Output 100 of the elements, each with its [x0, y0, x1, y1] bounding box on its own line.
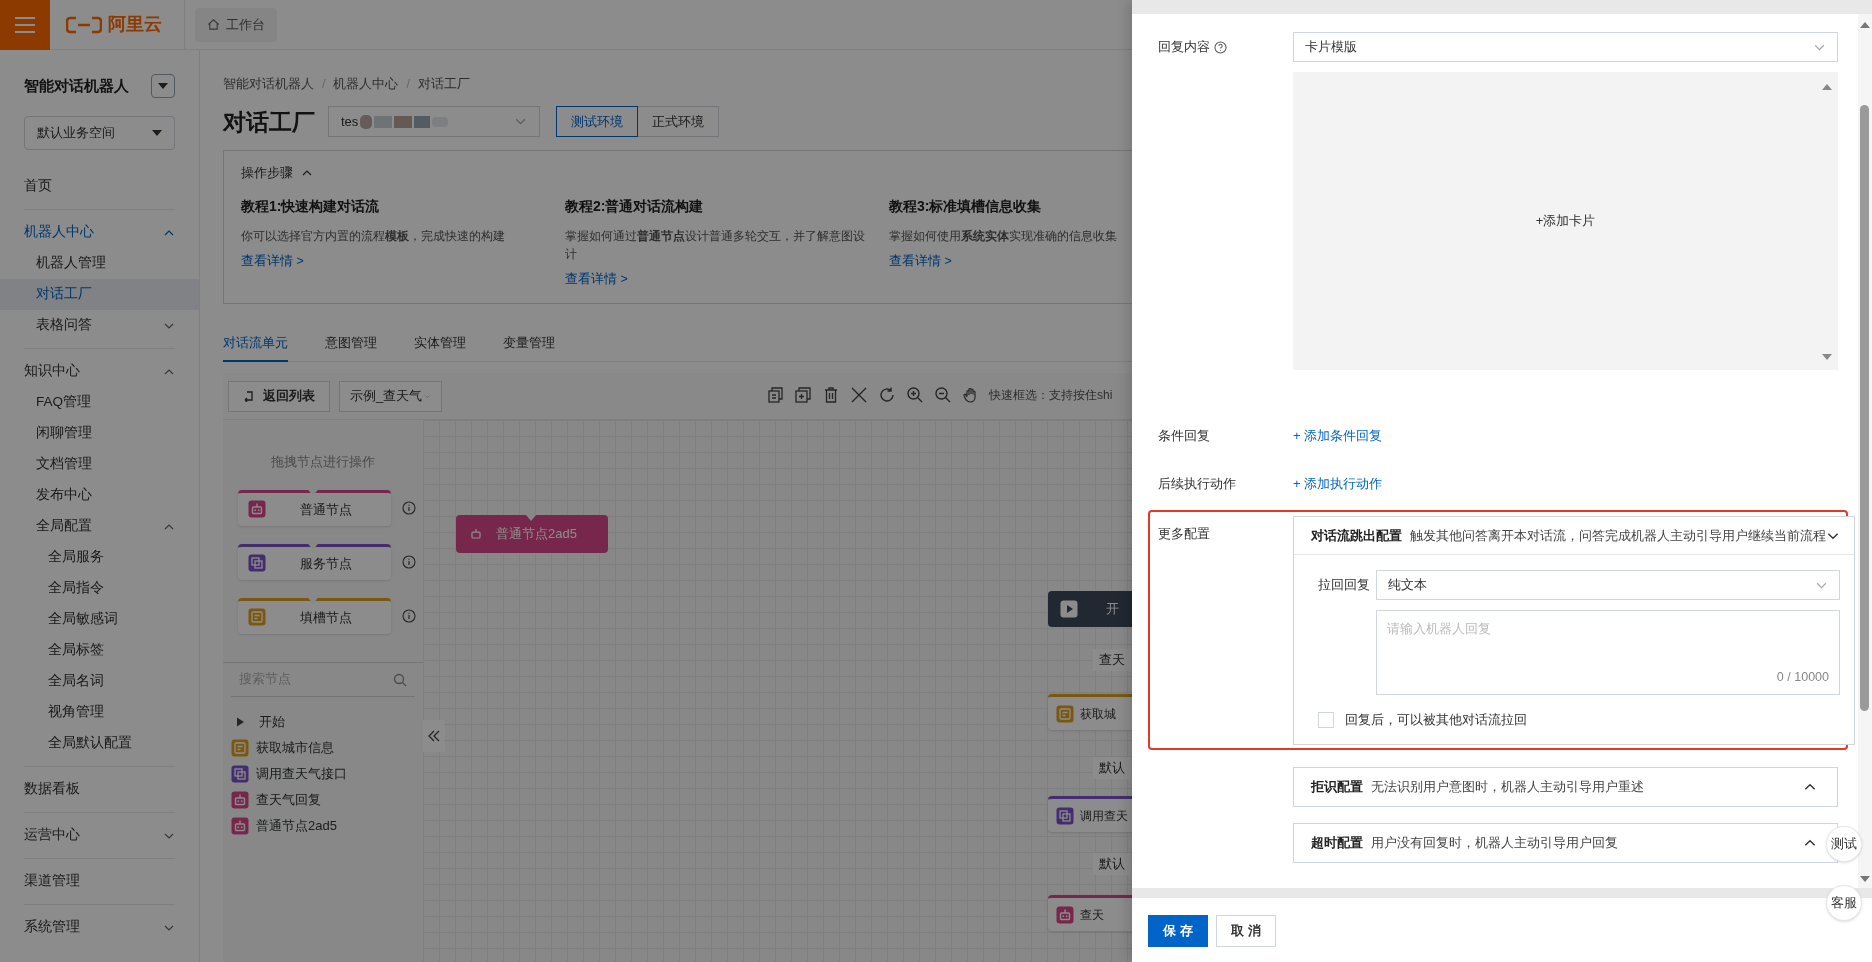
play-icon: [1060, 600, 1078, 618]
breadcrumb-link[interactable]: 对话工厂: [417, 75, 470, 94]
floating-button[interactable]: 客服: [1826, 885, 1862, 921]
sidebar-item[interactable]: 全局服务: [0, 542, 199, 573]
sidebar-item[interactable]: 机器人管理: [0, 248, 199, 279]
menu-icon: [14, 15, 36, 34]
back-button[interactable]: 返回列表: [228, 380, 330, 412]
search-icon: [393, 672, 407, 687]
node-list-item[interactable]: 开始: [231, 708, 423, 735]
scrollbar-thumb[interactable]: [1860, 105, 1869, 711]
tab[interactable]: 变量管理: [503, 326, 555, 362]
sidebar-item[interactable]: 渠道管理: [0, 866, 199, 897]
breadcrumb-link[interactable]: 机器人中心: [333, 75, 399, 94]
info-icon: [402, 554, 416, 569]
sidebar-item[interactable]: 机器人中心: [0, 217, 199, 248]
node-type-card[interactable]: 填槽节点: [238, 597, 391, 634]
toolbar-button[interactable]: [849, 385, 869, 405]
steps-toggle[interactable]: 操作步骤: [241, 162, 313, 183]
sidebar-item[interactable]: 表格问答: [0, 310, 199, 341]
node-type-card[interactable]: 普通节点: [238, 489, 391, 526]
details-link[interactable]: 查看详情 >: [889, 252, 952, 271]
sidebar-item[interactable]: 全局指令: [0, 573, 199, 604]
reply-format-select[interactable]: 纯文本: [1376, 570, 1840, 600]
sidebar-item[interactable]: 对话工厂: [0, 279, 199, 310]
sidebar-item[interactable]: 文档管理: [0, 449, 199, 480]
flow-node[interactable]: 获取城: [1048, 694, 1132, 730]
sidebar-item[interactable]: 首页: [0, 171, 199, 202]
sidebar-item[interactable]: 全局默认配置: [0, 728, 199, 759]
panel-title: 对话流跳出配置: [1311, 526, 1402, 545]
sidebar-item[interactable]: 知识中心: [0, 356, 199, 387]
dropdown-button[interactable]: [151, 74, 175, 98]
caret-icon: [158, 83, 168, 89]
node-list-item[interactable]: 获取城市信息: [231, 734, 423, 761]
flow-node[interactable]: 调用查天: [1048, 796, 1132, 832]
cancel-button[interactable]: 取 消: [1216, 915, 1276, 947]
panel-title: 超时配置: [1311, 834, 1363, 853]
flow-node[interactable]: 普通节点2ad5: [456, 515, 608, 553]
form-label: 后续执行动作: [1158, 475, 1237, 494]
tutorial-title: 教程2:普通对话流构建: [565, 197, 705, 217]
toolbar-button[interactable]: [765, 385, 785, 405]
robot-icon: [231, 790, 249, 809]
logo-icon: [66, 15, 102, 34]
workspace-select[interactable]: 默认业务空间: [24, 116, 175, 150]
flow-select[interactable]: 示例_查天气: [339, 380, 442, 412]
sidebar-item[interactable]: 全局配置: [0, 511, 199, 542]
double-chevron-icon: [427, 729, 441, 743]
scroll-down-icon: [1822, 354, 1832, 360]
toolbar-button[interactable]: [877, 385, 897, 405]
sidebar-item[interactable]: 运营中心: [0, 820, 199, 851]
tab[interactable]: 实体管理: [414, 326, 466, 362]
tab[interactable]: 对话流单元: [223, 326, 288, 362]
reply-type-select[interactable]: 卡片模版: [1293, 32, 1838, 62]
add-card-button[interactable]: +添加卡片: [1535, 211, 1596, 231]
details-link[interactable]: 查看详情 >: [565, 270, 628, 289]
checkbox[interactable]: [1318, 712, 1334, 728]
character-counter: 0 / 10000: [1776, 669, 1829, 687]
edge-label: 默认: [1093, 757, 1131, 779]
tutorial-title: 教程3:标准填槽信息收集: [889, 197, 1043, 217]
sidebar-item[interactable]: 全局敏感词: [0, 604, 199, 635]
checkbox-label: 回复后，可以被其他对话流拉回: [1345, 711, 1527, 730]
tab[interactable]: 意图管理: [325, 326, 377, 362]
node-list-item[interactable]: 调用查天气接口: [231, 760, 423, 787]
node-list-item[interactable]: 查天气回复: [231, 786, 423, 813]
tutorial-text: 掌握如何通过普通节点设计普通多轮交互，并了解意图设计: [565, 228, 865, 264]
bot-select[interactable]: tes: [328, 106, 540, 138]
sidebar-item[interactable]: 全局标签: [0, 635, 199, 666]
sidebar-item[interactable]: 全局名词: [0, 666, 199, 697]
details-link[interactable]: 查看详情 >: [241, 252, 304, 271]
sidebar-item[interactable]: 发布中心: [0, 480, 199, 511]
sidebar-item[interactable]: 闲聊管理: [0, 418, 199, 449]
add-icon: [794, 386, 812, 404]
form-label: 拉回回复: [1318, 576, 1368, 595]
refresh-icon: [878, 386, 896, 404]
sidebar-item[interactable]: FAQ管理: [0, 387, 199, 418]
panel-description: 无法识别用户意图时，机器人主动引导用户重述: [1371, 778, 1644, 797]
sidebar-item[interactable]: 系统管理: [0, 912, 199, 943]
flow-node[interactable]: 开: [1048, 591, 1132, 627]
form-icon: [248, 608, 266, 627]
form-label: 回复内容: [1158, 38, 1210, 57]
breadcrumb-link[interactable]: 智能对话机器人: [223, 75, 314, 94]
sidebar-item[interactable]: 视角管理: [0, 697, 199, 728]
panel-description: 用户没有回复时，机器人主动引导用户回复: [1371, 834, 1618, 853]
toolbar-button[interactable]: [933, 385, 953, 405]
breadcrumb-separator: /: [322, 76, 326, 93]
environment-tab[interactable]: 测试环境: [556, 106, 638, 138]
save-button[interactable]: 保 存: [1148, 915, 1208, 947]
toolbar-button[interactable]: [905, 385, 925, 405]
node-list-item[interactable]: 普通节点2ad5: [231, 812, 423, 839]
collapse-button[interactable]: [423, 720, 445, 752]
sidebar-item[interactable]: 数据看板: [0, 774, 199, 805]
flow-node[interactable]: 查天: [1048, 895, 1132, 931]
trash-icon: [822, 386, 840, 404]
add-link[interactable]: + 添加执行动作: [1293, 474, 1383, 494]
return-icon: [243, 390, 255, 402]
workbench-tab[interactable]: 工作台: [195, 7, 277, 42]
toolbar-button[interactable]: [793, 385, 813, 405]
node-type-card[interactable]: 服务节点: [238, 543, 391, 580]
environment-tab[interactable]: 正式环境: [637, 106, 719, 138]
add-link[interactable]: + 添加条件回复: [1293, 426, 1383, 446]
scroll-up-icon: [1822, 84, 1832, 90]
